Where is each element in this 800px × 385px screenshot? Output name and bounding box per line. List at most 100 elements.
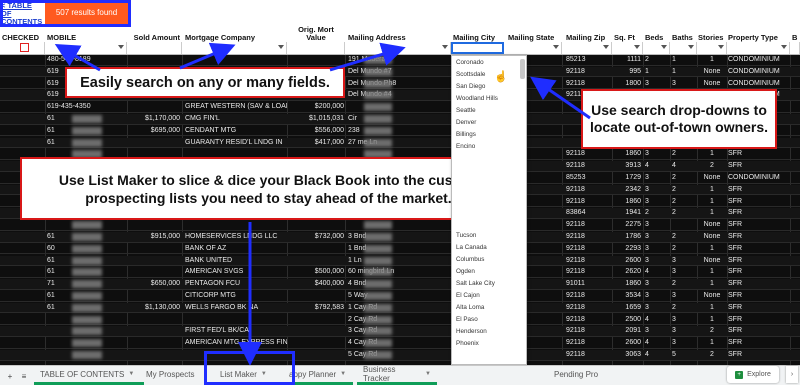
cell-sqft[interactable]: 1729	[612, 173, 641, 183]
cell-stories[interactable]: 1	[698, 149, 726, 159]
cell-orig[interactable]	[288, 315, 344, 325]
filter-baths[interactable]	[670, 42, 697, 54]
filter-mailing-address[interactable]	[345, 42, 451, 54]
cell-orig[interactable]: $792,583	[288, 303, 344, 313]
cell-addr[interactable]: 2 Cay Rd	[348, 315, 448, 325]
cell-orig[interactable]: $556,000	[288, 126, 344, 136]
sheet-tab[interactable]: TABLE OF CONTENTS ▼	[34, 366, 144, 385]
cell-ptype[interactable]: SFR	[728, 338, 790, 348]
cell-addr[interactable]: Del Mundo #7	[348, 67, 448, 77]
cell-ptype[interactable]: SFR	[728, 279, 790, 289]
cell-sqft[interactable]: 2500	[612, 315, 641, 325]
cell-orig[interactable]	[288, 244, 344, 254]
cell-zip[interactable]: 92118	[566, 315, 606, 325]
cell-mortgage[interactable]: PENTAGON FCU	[185, 279, 287, 289]
cell-ptype[interactable]: SFR	[728, 232, 790, 242]
cell-addr[interactable]: 3 Cay Rd	[348, 326, 448, 336]
cell-zip[interactable]: 92118	[566, 232, 606, 242]
cell-ptype[interactable]: CONDOMINIUM	[728, 67, 790, 77]
cell-mortgage[interactable]: WELLS FARGO BK NA	[185, 303, 287, 313]
table-row[interactable]: AMERICAN MTG EXPRESS FIN'L4 Cay RdCA9211…	[0, 338, 800, 349]
cell-baths[interactable]: 2	[672, 173, 694, 183]
sidebar-toggle-button[interactable]: ›	[786, 366, 798, 383]
cell-baths[interactable]: 2	[672, 244, 694, 254]
cell-beds[interactable]: 4	[645, 267, 667, 277]
cell-zip[interactable]: 85253	[566, 173, 606, 183]
cell-sold[interactable]: $1,170,000	[128, 114, 180, 124]
cell-beds[interactable]: 1	[645, 67, 667, 77]
cell-beds[interactable]: 3	[645, 291, 667, 301]
cell-stories[interactable]: 2	[698, 161, 726, 171]
dropdown-option[interactable]: Seattle	[456, 105, 476, 117]
cell-baths[interactable]: 4	[672, 161, 694, 171]
filter-beds[interactable]	[643, 42, 670, 54]
cell-baths[interactable]: 1	[672, 55, 694, 65]
cell-beds[interactable]: 3	[645, 149, 667, 159]
cell-stories[interactable]: 1	[698, 55, 726, 65]
cell-sold[interactable]: $1,130,000	[128, 303, 180, 313]
cell-mortgage[interactable]: CITICORP MTG	[185, 291, 287, 301]
cell-addr[interactable]	[348, 220, 448, 230]
table-row[interactable]: CA9211822753NoneSFR	[0, 220, 800, 231]
cell-baths[interactable]: 3	[672, 338, 694, 348]
cell-mortgage[interactable]: GUARANTY RESID'L LNDG IN	[185, 138, 287, 148]
cell-ptype[interactable]: SFR	[728, 220, 790, 230]
cell-addr[interactable]: 60 mingbird Ln	[348, 267, 448, 277]
cell-stories[interactable]: None	[698, 220, 726, 230]
cell-sold[interactable]	[128, 326, 180, 336]
cell-zip[interactable]: 92118	[566, 350, 606, 360]
cell-sold[interactable]	[128, 315, 180, 325]
cell-addr[interactable]: 1 Cay Rd	[348, 303, 448, 313]
cell-baths[interactable]: 2	[672, 279, 694, 289]
cell-addr[interactable]: 5 Way	[348, 291, 448, 301]
cell-orig[interactable]	[288, 350, 344, 360]
cell-mortgage[interactable]: CMG FIN'L	[185, 114, 287, 124]
cell-sqft[interactable]: 995	[612, 67, 641, 77]
cell-mortgage[interactable]: GREAT WESTERN (SAV & LOAN)	[185, 102, 287, 112]
dropdown-scrollbar[interactable]	[520, 59, 525, 79]
cell-ptype[interactable]: SFR	[728, 350, 790, 360]
cell-baths[interactable]: 2	[672, 208, 694, 218]
cell-beds[interactable]: 3	[645, 220, 667, 230]
cell-sold[interactable]: $695,000	[128, 126, 180, 136]
cell-beds[interactable]: 3	[645, 79, 667, 89]
chevron-down-icon[interactable]: ▼	[340, 371, 346, 377]
cell-ptype[interactable]: SFR	[728, 256, 790, 266]
table-row[interactable]: 61 $915,000 HOMESERVICES LNDG LLC $732,000 3…	[0, 232, 800, 243]
cell-mobile[interactable]: 480-540-8189	[47, 55, 125, 65]
cell-sqft[interactable]: 1860	[612, 279, 641, 289]
cell-beds[interactable]: 2	[645, 55, 667, 65]
cell-sqft[interactable]: 2275	[612, 220, 641, 230]
cell-sold[interactable]	[128, 244, 180, 254]
cell-baths[interactable]: 2	[672, 232, 694, 242]
cell-stories[interactable]: None	[698, 79, 726, 89]
dropdown-option[interactable]: Salt Lake City	[456, 278, 495, 290]
cell-stories[interactable]: None	[698, 173, 726, 183]
cell-stories[interactable]: 1	[698, 185, 726, 195]
cell-mortgage[interactable]	[185, 220, 287, 230]
dropdown-option[interactable]: Columbus	[456, 254, 484, 266]
cell-baths[interactable]: 1	[672, 67, 694, 77]
cell-baths[interactable]: 2	[672, 197, 694, 207]
filter-sold-amount[interactable]	[127, 42, 182, 54]
cell-orig[interactable]	[288, 220, 344, 230]
cell-addr[interactable]: Cir	[348, 114, 448, 124]
cell-beds[interactable]: 3	[645, 326, 667, 336]
cell-baths[interactable]: 3	[672, 291, 694, 301]
cell-addr[interactable]: Del Mundo Ph8	[348, 79, 448, 89]
cell-beds[interactable]: 3	[645, 173, 667, 183]
cell-addr[interactable]: 191 Maderas	[348, 55, 448, 65]
cell-addr[interactable]: 3 Bnd	[348, 232, 448, 242]
cell-stories[interactable]: None	[698, 67, 726, 77]
cell-sqft[interactable]: 2620	[612, 267, 641, 277]
dropdown-option[interactable]: Tucson	[456, 230, 476, 242]
cell-stories[interactable]: 1	[698, 197, 726, 207]
explore-button[interactable]: + Explore	[727, 366, 779, 383]
dropdown-option[interactable]: Phoenix	[456, 338, 479, 350]
cell-beds[interactable]: 4	[645, 161, 667, 171]
cell-stories[interactable]: 2	[698, 350, 726, 360]
table-row[interactable]: 61 $1,130,000 WELLS FARGO BK NA $792,583 1 C…	[0, 302, 800, 314]
cell-addr[interactable]: 238	[348, 126, 448, 136]
filter-sq-ft[interactable]	[612, 42, 643, 54]
cell-addr[interactable]: 1 Ln	[348, 256, 448, 266]
